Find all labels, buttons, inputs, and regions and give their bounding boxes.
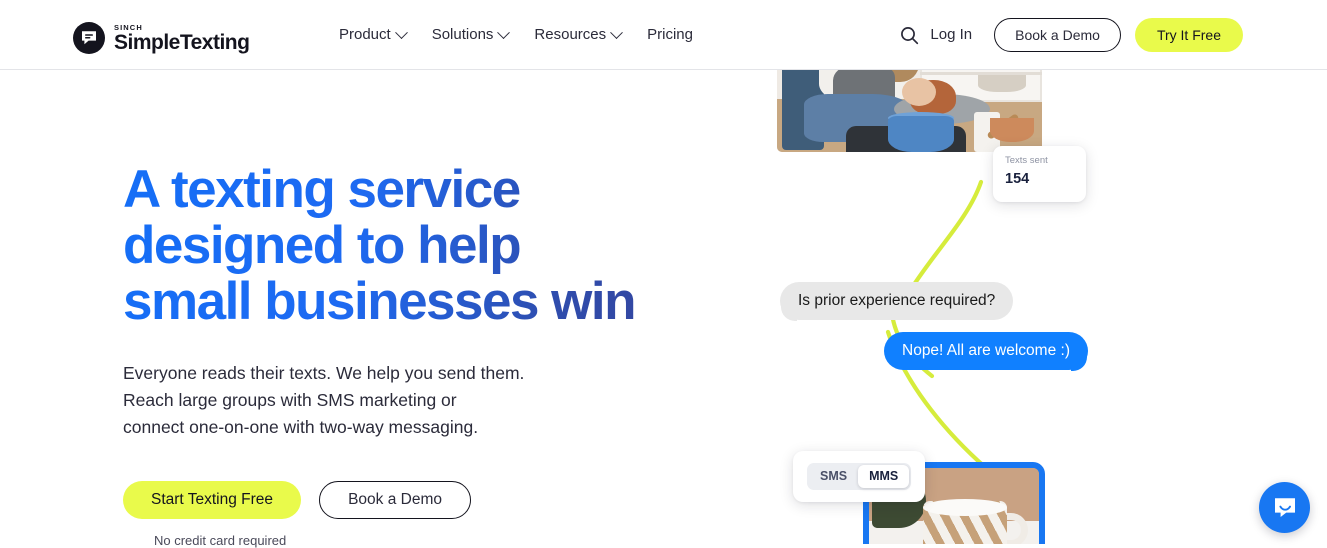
toggle-option-mms[interactable]: MMS [858, 465, 909, 488]
hero-cta-row: Start Texting Free Book a Demo [123, 481, 683, 519]
subhead-line-1: Everyone reads their texts. We help you … [123, 363, 524, 383]
subhead-line-2: Reach large groups with SMS marketing or [123, 390, 457, 410]
outgoing-message-bubble: Nope! All are welcome :) [884, 332, 1088, 370]
message-type-toggle[interactable]: SMS MMS [807, 463, 911, 490]
incoming-message-bubble: Is prior experience required? [780, 282, 1013, 320]
hero-subhead: Everyone reads their texts. We help you … [123, 360, 643, 441]
logo-wordmark: SimpleTexting [114, 32, 249, 54]
start-texting-free-button[interactable]: Start Texting Free [123, 481, 301, 519]
site-header: SINCH SimpleTexting Product Solutions Re… [0, 0, 1327, 70]
nav-item-resources[interactable]: Resources [534, 25, 621, 45]
message-type-toggle-card: SMS MMS [793, 451, 925, 502]
headline-line-3: small businesses win [123, 272, 635, 331]
chevron-down-icon [395, 26, 408, 39]
stat-label: Texts sent [1005, 155, 1086, 167]
search-icon[interactable] [895, 21, 923, 49]
hero-illustration: Texts sent 154 Is prior experience requi… [700, 70, 1327, 544]
nav-item-product[interactable]: Product [339, 25, 406, 45]
headline-line-2: designed to help [123, 216, 520, 275]
no-credit-card-note: No credit card required [154, 533, 683, 548]
book-demo-button-hero[interactable]: Book a Demo [319, 481, 471, 519]
nav-item-label: Resources [534, 25, 606, 45]
nav-item-pricing[interactable]: Pricing [647, 25, 693, 45]
book-demo-button-header[interactable]: Book a Demo [994, 18, 1121, 52]
page-title: A texting service designed to help small… [123, 162, 668, 330]
hero-copy: A texting service designed to help small… [123, 70, 683, 548]
nav-item-solutions[interactable]: Solutions [432, 25, 509, 45]
subhead-line-3: connect one-on-one with two-way messagin… [123, 417, 478, 437]
pottery-photo [777, 70, 1042, 152]
chevron-down-icon [498, 26, 511, 39]
intercom-chat-launcher[interactable] [1259, 482, 1310, 533]
header-actions: Log In Book a Demo Try It Free [895, 0, 1243, 70]
nav-item-label: Solutions [432, 25, 494, 45]
toggle-option-sms[interactable]: SMS [809, 465, 858, 488]
chevron-down-icon [610, 26, 623, 39]
intercom-chat-icon [1272, 495, 1298, 521]
nav-item-label: Pricing [647, 25, 693, 45]
try-it-free-button[interactable]: Try It Free [1135, 18, 1243, 52]
logo[interactable]: SINCH SimpleTexting [73, 22, 249, 54]
login-link[interactable]: Log In [930, 25, 972, 45]
speech-bubble-logo-icon [73, 22, 105, 54]
nav-item-label: Product [339, 25, 391, 45]
headline-line-1: A texting service [123, 160, 520, 219]
stat-value: 154 [1005, 171, 1086, 188]
pottery-photo-scene [777, 70, 1042, 152]
main-navigation: Product Solutions Resources Pricing [339, 0, 693, 70]
texts-sent-stat-card: Texts sent 154 [993, 146, 1086, 202]
